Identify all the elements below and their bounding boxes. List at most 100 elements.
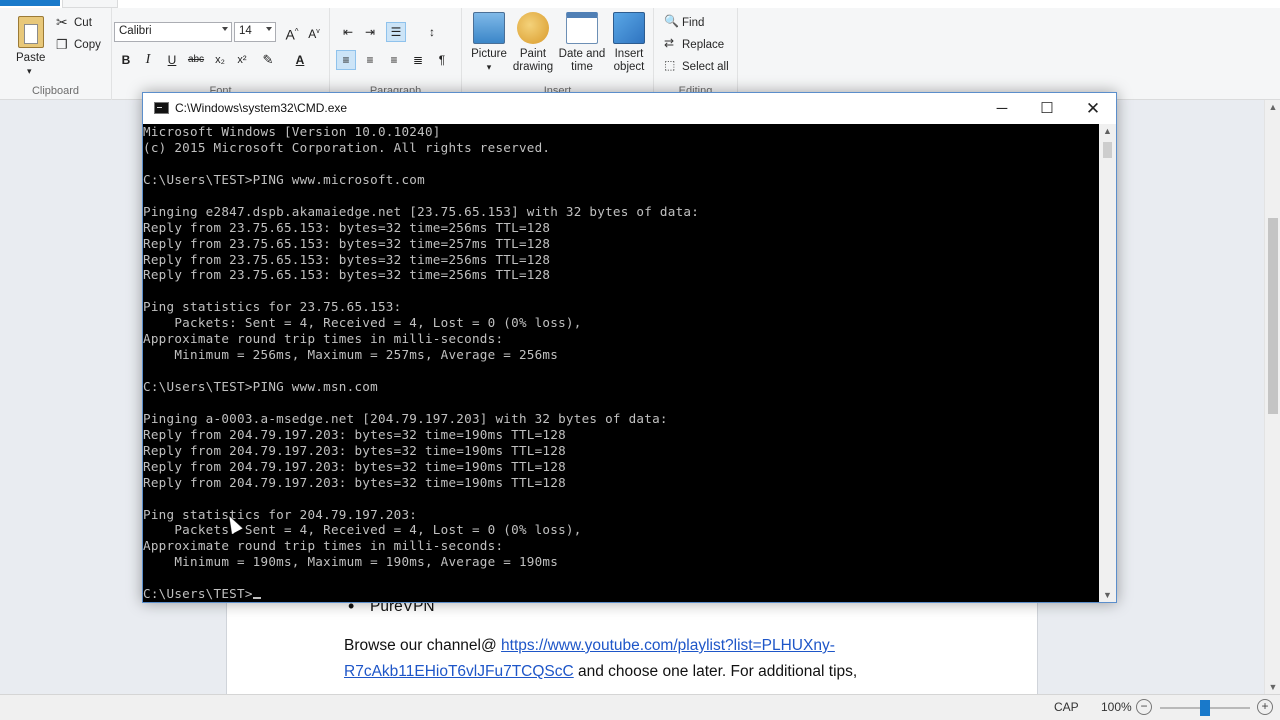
font-size-value: 14 bbox=[239, 25, 252, 37]
paragraph-settings-icon[interactable]: ¶ bbox=[432, 50, 452, 70]
document-scrollbar[interactable]: ▲ ▼ bbox=[1264, 100, 1280, 694]
chevron-down-icon bbox=[222, 27, 228, 31]
paint-drawing-button[interactable]: Paint drawing bbox=[510, 12, 556, 74]
decrease-indent-icon[interactable]: ⇤ bbox=[338, 22, 358, 42]
cmd-line: Reply from 23.75.65.153: bytes=32 time=2… bbox=[143, 251, 551, 267]
date-time-button[interactable]: Date and time bbox=[556, 12, 608, 74]
cmd-line bbox=[143, 188, 1099, 204]
picture-icon bbox=[473, 12, 505, 44]
cmd-line: Ping statistics for 204.79.197.203: bbox=[143, 506, 418, 522]
minimize-icon[interactable]: ─ bbox=[979, 93, 1025, 124]
cut-icon[interactable]: ✂ bbox=[56, 14, 68, 31]
clipboard-group: Paste ▾ ✂ Cut ❐ Copy Clipboard bbox=[0, 8, 112, 100]
cmd-line bbox=[143, 395, 1099, 411]
editing-group: 🔍 Find ⇄ Replace ⬚ Select all Editing bbox=[654, 8, 738, 100]
zoom-slider-thumb[interactable] bbox=[1200, 700, 1210, 716]
document-text: and choose one later. For additional tip… bbox=[573, 663, 858, 680]
copy-button[interactable]: Copy bbox=[74, 39, 101, 51]
status-bar: CAP 100% − + bbox=[0, 694, 1280, 720]
cmd-line: Approximate round trip times in milli-se… bbox=[143, 331, 504, 347]
cmd-titlebar[interactable]: C:\Windows\system32\CMD.exe ─ ☐ ✕ bbox=[143, 93, 1116, 124]
insert-object-label-1: Insert bbox=[614, 48, 644, 60]
cmd-line: (c) 2015 Microsoft Corporation. All righ… bbox=[143, 139, 551, 155]
cmd-app-icon[interactable] bbox=[154, 102, 169, 114]
underline-icon[interactable]: U bbox=[162, 50, 182, 70]
font-color-icon[interactable]: A bbox=[290, 50, 310, 70]
paste-button[interactable]: Paste bbox=[16, 52, 45, 64]
document-text: Browse our channel@ bbox=[344, 637, 502, 654]
subscript-icon[interactable]: x₂ bbox=[210, 50, 230, 70]
close-icon[interactable]: ✕ bbox=[1070, 93, 1116, 124]
chevron-down-icon bbox=[266, 27, 272, 31]
scroll-up-icon[interactable]: ▲ bbox=[1099, 126, 1116, 136]
paste-icon[interactable] bbox=[18, 16, 44, 48]
zoom-out-icon[interactable]: − bbox=[1136, 699, 1152, 715]
highlight-color-icon[interactable]: ✎ bbox=[258, 50, 278, 70]
line-spacing-icon[interactable]: ↕ bbox=[422, 22, 442, 42]
insert-group: Picture ▾ Paint drawing Date and time In… bbox=[462, 8, 654, 100]
bullet-list-icon[interactable]: ☰ bbox=[386, 22, 406, 42]
cmd-window[interactable]: C:\Windows\system32\CMD.exe ─ ☐ ✕ Micros… bbox=[142, 92, 1117, 603]
youtube-link[interactable]: https://www.youtube.com/playlist?list=PL… bbox=[501, 637, 835, 654]
cmd-line bbox=[143, 363, 1099, 379]
ribbon-tab-strip bbox=[0, 0, 1280, 8]
select-all-icon[interactable]: ⬚ bbox=[664, 58, 675, 72]
paint-drawing-label-2: drawing bbox=[512, 61, 554, 73]
paste-dropdown-icon[interactable]: ▾ bbox=[27, 66, 32, 77]
shrink-font-icon[interactable]: Av bbox=[304, 22, 324, 42]
scroll-down-icon[interactable]: ▼ bbox=[1265, 682, 1280, 692]
picture-button[interactable]: Picture ▾ bbox=[466, 12, 512, 74]
cmd-prompt-line[interactable]: C:\Users\TEST> bbox=[143, 586, 1099, 602]
picture-dropdown-icon: ▾ bbox=[486, 62, 492, 72]
calendar-icon bbox=[566, 12, 598, 44]
grow-font-icon[interactable]: A^ bbox=[282, 22, 302, 43]
font-size-select[interactable]: 14 bbox=[234, 22, 276, 42]
align-right-icon[interactable]: ≡ bbox=[384, 50, 404, 70]
strikethrough-icon[interactable]: abc bbox=[186, 50, 206, 70]
cmd-line: Reply from 204.79.197.203: bytes=32 time… bbox=[143, 426, 566, 442]
cmd-scrollbar-thumb[interactable] bbox=[1103, 142, 1112, 158]
object-icon bbox=[613, 12, 645, 44]
align-left-icon[interactable]: ≡ bbox=[336, 50, 356, 70]
replace-icon[interactable]: ⇄ bbox=[664, 36, 674, 50]
cmd-line: C:\Users\TEST>PING www.msn.com bbox=[143, 379, 378, 394]
cmd-line: Packets: Sent = 4, Received = 4, Lost = … bbox=[143, 522, 582, 538]
align-center-icon[interactable]: ≡ bbox=[360, 50, 380, 70]
cmd-line: Reply from 23.75.65.153: bytes=32 time=2… bbox=[143, 235, 551, 251]
paragraph-group: ⇤ ⇥ ☰ ↕ ≡ ≡ ≡ ≣ ¶ Paragraph bbox=[330, 8, 462, 100]
cmd-console-output[interactable]: Microsoft Windows [Version 10.0.10240] (… bbox=[143, 124, 1099, 602]
cmd-line bbox=[143, 570, 1099, 586]
scroll-up-icon[interactable]: ▲ bbox=[1265, 102, 1280, 112]
cut-button[interactable]: Cut bbox=[74, 17, 92, 29]
increase-indent-icon[interactable]: ⇥ bbox=[360, 22, 380, 42]
maximize-icon[interactable]: ☐ bbox=[1024, 93, 1070, 124]
cmd-line: Reply from 204.79.197.203: bytes=32 time… bbox=[143, 442, 566, 458]
italic-icon[interactable]: I bbox=[138, 50, 158, 70]
find-button[interactable]: Find bbox=[682, 17, 704, 29]
cmd-window-title: C:\Windows\system32\CMD.exe bbox=[175, 101, 348, 115]
select-all-button[interactable]: Select all bbox=[682, 61, 729, 73]
zoom-in-icon[interactable]: + bbox=[1257, 699, 1273, 715]
cmd-line: Minimum = 190ms, Maximum = 190ms, Averag… bbox=[143, 554, 559, 570]
picture-label: Picture bbox=[471, 48, 507, 60]
superscript-icon[interactable]: x² bbox=[232, 50, 252, 70]
insert-object-label-2: object bbox=[613, 61, 645, 73]
cmd-scrollbar[interactable]: ▲ ▼ bbox=[1099, 124, 1116, 602]
cmd-line: Pinging e2847.dspb.akamaiedge.net [23.75… bbox=[143, 203, 700, 219]
tab-home[interactable] bbox=[62, 0, 118, 8]
youtube-link-continued[interactable]: R7cAkb11EHioT6vlJFu7TCQScC bbox=[344, 663, 574, 680]
scrollbar-thumb[interactable] bbox=[1268, 218, 1278, 414]
tab-file[interactable] bbox=[0, 0, 60, 6]
font-family-select[interactable]: Calibri bbox=[114, 22, 232, 42]
insert-object-button[interactable]: Insert object bbox=[606, 12, 652, 74]
document-line-1: Browse our channel@ https://www.youtube.… bbox=[344, 637, 835, 655]
caps-lock-indicator: CAP bbox=[1054, 700, 1079, 714]
find-icon[interactable]: 🔍 bbox=[664, 14, 679, 28]
justify-icon[interactable]: ≣ bbox=[408, 50, 428, 70]
scroll-down-icon[interactable]: ▼ bbox=[1099, 590, 1116, 600]
bold-icon[interactable]: B bbox=[116, 50, 136, 70]
copy-icon[interactable]: ❐ bbox=[56, 37, 68, 53]
replace-button[interactable]: Replace bbox=[682, 39, 724, 51]
cmd-line: Microsoft Windows [Version 10.0.10240] bbox=[143, 124, 441, 139]
font-family-value: Calibri bbox=[119, 25, 152, 37]
